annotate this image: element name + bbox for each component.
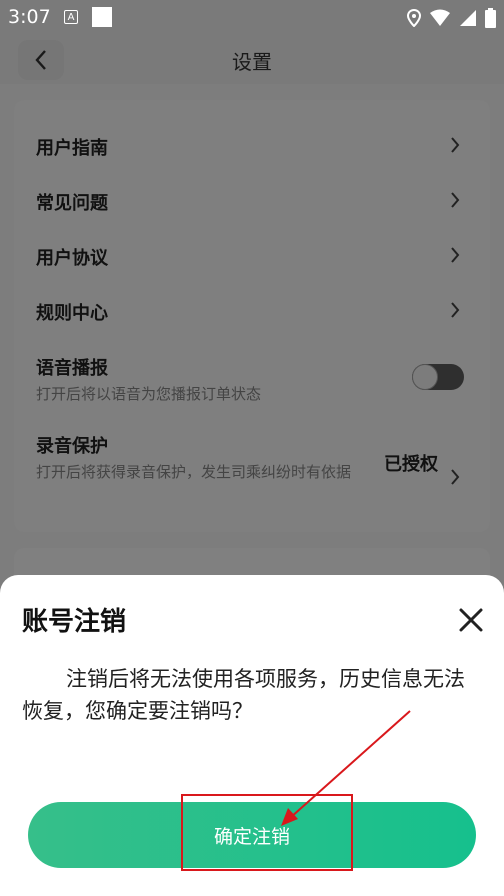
close-icon: [459, 608, 483, 632]
wifi-icon: [430, 9, 450, 26]
settings-item-recording-protection[interactable]: 录音保护 打开后将获得录音保护，发生司乘纠纷时有依据 已授权: [36, 432, 474, 485]
chevron-right-icon: [451, 302, 460, 318]
status-icons: [407, 6, 496, 30]
dialog-message: 注销后将无法使用各项服务，历史信息无法恢复，您确定要注销吗？: [22, 667, 465, 723]
voice-broadcast-toggle[interactable]: [412, 364, 464, 390]
location-icon: [407, 9, 421, 27]
chevron-right-icon: [451, 192, 460, 208]
settings-item-label: 语音播报: [36, 358, 108, 379]
settings-item-description: 打开后将以语音为您播报订单状态: [36, 385, 262, 403]
dialog-title: 账号注销: [22, 607, 127, 637]
close-button[interactable]: [456, 605, 486, 635]
settings-item-voice-broadcast: 语音播报 打开后将以语音为您播报订单状态: [36, 354, 474, 406]
square-icon: [92, 7, 112, 27]
chevron-right-icon: [451, 137, 460, 153]
settings-card: 用户指南 常见问题 用户协议 规则中心 语音播报 打开后将以语音为您播报订单状态…: [14, 100, 490, 532]
battery-icon: [485, 8, 496, 28]
settings-item-label: 规则中心: [36, 303, 108, 324]
authorization-status: 已授权: [384, 454, 438, 475]
settings-item-user-agreement[interactable]: 用户协议: [36, 244, 474, 270]
settings-item-label: 用户协议: [36, 248, 108, 269]
status-bar: 3:07 A: [0, 0, 504, 36]
chevron-right-icon: [451, 247, 460, 263]
page-title: 设置: [232, 50, 272, 74]
top-bar: 设置: [0, 36, 504, 84]
chevron-right-icon: [451, 469, 460, 485]
settings-item-rules-center[interactable]: 规则中心: [36, 299, 474, 325]
settings-item-user-guide[interactable]: 用户指南: [36, 134, 474, 160]
status-time: 3:07: [8, 6, 51, 28]
settings-item-faq[interactable]: 常见问题: [36, 189, 474, 215]
settings-item-label: 常见问题: [36, 193, 108, 214]
annotation-highlight-box: [181, 794, 353, 871]
settings-item-label: 用户指南: [36, 138, 108, 159]
a-icon: A: [64, 10, 78, 24]
settings-item-description: 打开后将获得录音保护，发生司乘纠纷时有依据: [36, 463, 352, 481]
signal-icon: [460, 10, 476, 26]
toggle-knob: [412, 364, 438, 390]
